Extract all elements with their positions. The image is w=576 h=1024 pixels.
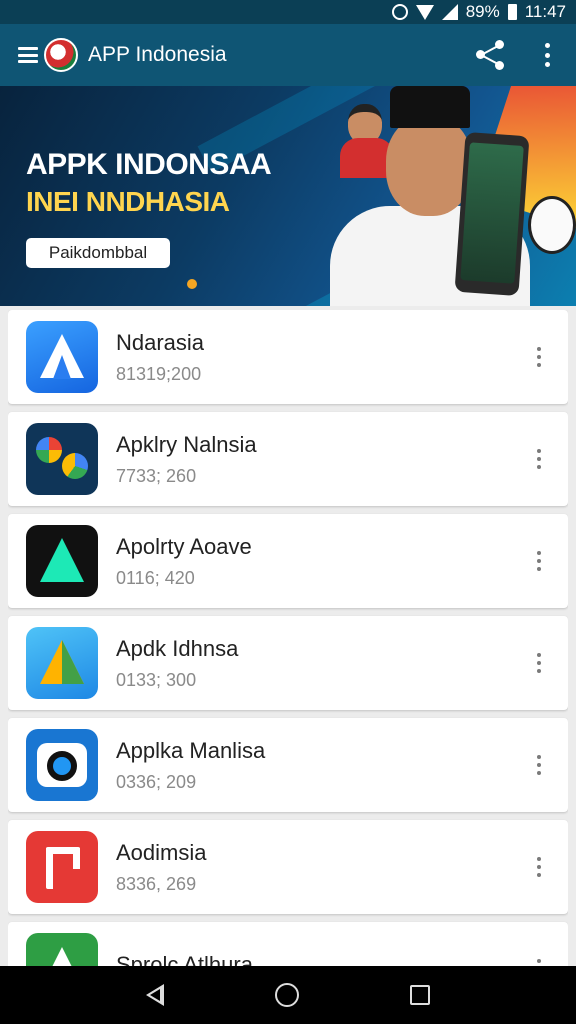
home-icon[interactable] — [274, 983, 299, 1007]
banner-mascot-icon — [528, 196, 576, 254]
app-name: Apdk Idhnsa — [116, 635, 239, 661]
app-name: Ndarasia — [116, 329, 205, 355]
item-menu-icon[interactable] — [536, 959, 542, 966]
app-a-tricolor-icon — [26, 627, 98, 699]
list-item[interactable]: Apklry Nalnsia 7733; 260 — [8, 412, 568, 506]
app-bar: APP Indonesia — [0, 24, 576, 86]
item-menu-icon[interactable] — [536, 449, 542, 469]
app-stats: 0133; 300 — [116, 669, 197, 690]
app-a-dark-icon — [26, 525, 98, 597]
item-menu-icon[interactable] — [536, 347, 542, 367]
banner-headline: APPK INDONSAA — [26, 148, 272, 181]
carousel-indicator-dot[interactable] — [187, 279, 197, 289]
promo-banner[interactable]: APPK INDONSAA INEI NNDHASIA Paikdombbal — [0, 86, 576, 306]
app-name: Apklry Nalnsia — [116, 431, 257, 457]
banner-button[interactable]: Paikdombbal — [26, 238, 170, 268]
battery-percent: 89% — [465, 2, 500, 21]
item-menu-icon[interactable] — [536, 755, 542, 775]
app-a-icon — [26, 321, 98, 393]
recent-apps-icon[interactable] — [410, 985, 431, 1005]
app-title: APP Indonesia — [88, 43, 227, 66]
app-stats: 8336, 269 — [116, 873, 197, 894]
app-name: Applka Manlisa — [116, 737, 266, 763]
item-menu-icon[interactable] — [536, 653, 542, 673]
app-list: Ndarasia 81319;200 Apklry Nalnsia 7733; … — [8, 310, 568, 966]
app-logo — [44, 38, 78, 72]
app-stats: 0116; 420 — [116, 567, 195, 588]
item-menu-icon[interactable] — [536, 857, 542, 877]
clock: 11:47 — [524, 2, 566, 21]
overflow-menu-icon[interactable] — [544, 43, 550, 67]
app-name: Sprolc Atlhura — [116, 952, 253, 966]
system-nav-bar — [0, 966, 576, 1024]
list-item[interactable]: Sprolc Atlhura — [8, 922, 568, 966]
banner-subheadline: INEI NNDHASIA — [26, 186, 230, 217]
wifi-icon — [415, 4, 434, 20]
item-menu-icon[interactable] — [536, 551, 542, 571]
signal-icon — [441, 4, 458, 20]
app-stats: 81319;200 — [116, 363, 202, 384]
list-item[interactable]: Aodimsia 8336, 269 — [8, 820, 568, 914]
app-name: Aodimsia — [116, 839, 207, 865]
app-stats: 0336; 209 — [116, 771, 197, 792]
status-bar: 89% 11:47 — [0, 0, 576, 24]
list-item[interactable]: Apolrty Aoave 0116; 420 — [8, 514, 568, 608]
app-name: Apolrty Aoave — [116, 533, 252, 559]
app-a-green-icon — [26, 933, 98, 966]
app-stats: 7733; 260 — [116, 465, 197, 486]
list-item[interactable]: Ndarasia 81319;200 — [8, 310, 568, 404]
p-letter-icon — [26, 831, 98, 903]
colorful-swirl-icon — [26, 423, 98, 495]
alarm-icon — [391, 4, 408, 20]
back-icon[interactable] — [145, 984, 164, 1006]
share-icon[interactable] — [476, 40, 506, 70]
list-item[interactable]: Apdk Idhnsa 0133; 300 — [8, 616, 568, 710]
hamburger-menu-icon[interactable] — [18, 47, 38, 63]
list-item[interactable]: Applka Manlisa 0336; 209 — [8, 718, 568, 812]
battery-icon — [507, 4, 517, 20]
banner-phone-image — [454, 131, 530, 297]
camera-icon — [26, 729, 98, 801]
